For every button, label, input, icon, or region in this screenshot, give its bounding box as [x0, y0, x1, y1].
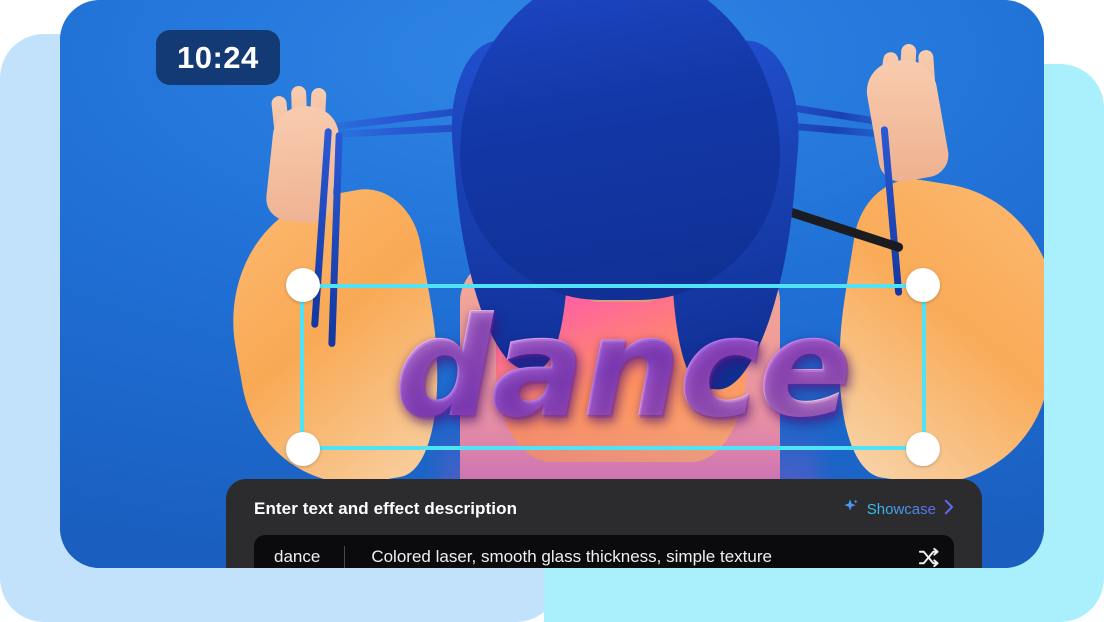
chevron-right-icon	[943, 499, 954, 520]
prompt-panel: Enter text and effect description Showca…	[226, 479, 982, 568]
timer-badge: 10:24	[156, 30, 280, 85]
shuffle-icon[interactable]	[917, 546, 940, 569]
prompt-input-row[interactable]: dance Colored laser, smooth glass thickn…	[254, 535, 954, 568]
effect-description-input[interactable]: Colored laser, smooth glass thickness, s…	[371, 547, 905, 567]
selection-handle-bottom-left[interactable]	[286, 432, 320, 466]
showcase-link[interactable]: Showcase	[843, 498, 954, 520]
editor-canvas[interactable]: dance 10:24 Enter text and effect descri…	[60, 0, 1044, 568]
selection-handle-bottom-right[interactable]	[906, 432, 940, 466]
showcase-label: Showcase	[866, 500, 936, 518]
prompt-panel-header: Enter text and effect description Showca…	[254, 493, 954, 525]
input-divider	[344, 546, 346, 568]
sparkle-icon	[843, 498, 860, 520]
selection-bounding-box[interactable]	[300, 284, 926, 450]
screen-root: dance 10:24 Enter text and effect descri…	[0, 0, 1104, 622]
panel-title: Enter text and effect description	[254, 499, 518, 518]
selection-handle-top-left[interactable]	[286, 268, 320, 302]
keyword-input[interactable]: dance	[274, 547, 320, 567]
selection-handle-top-right[interactable]	[906, 268, 940, 302]
hair-top	[460, 0, 780, 300]
